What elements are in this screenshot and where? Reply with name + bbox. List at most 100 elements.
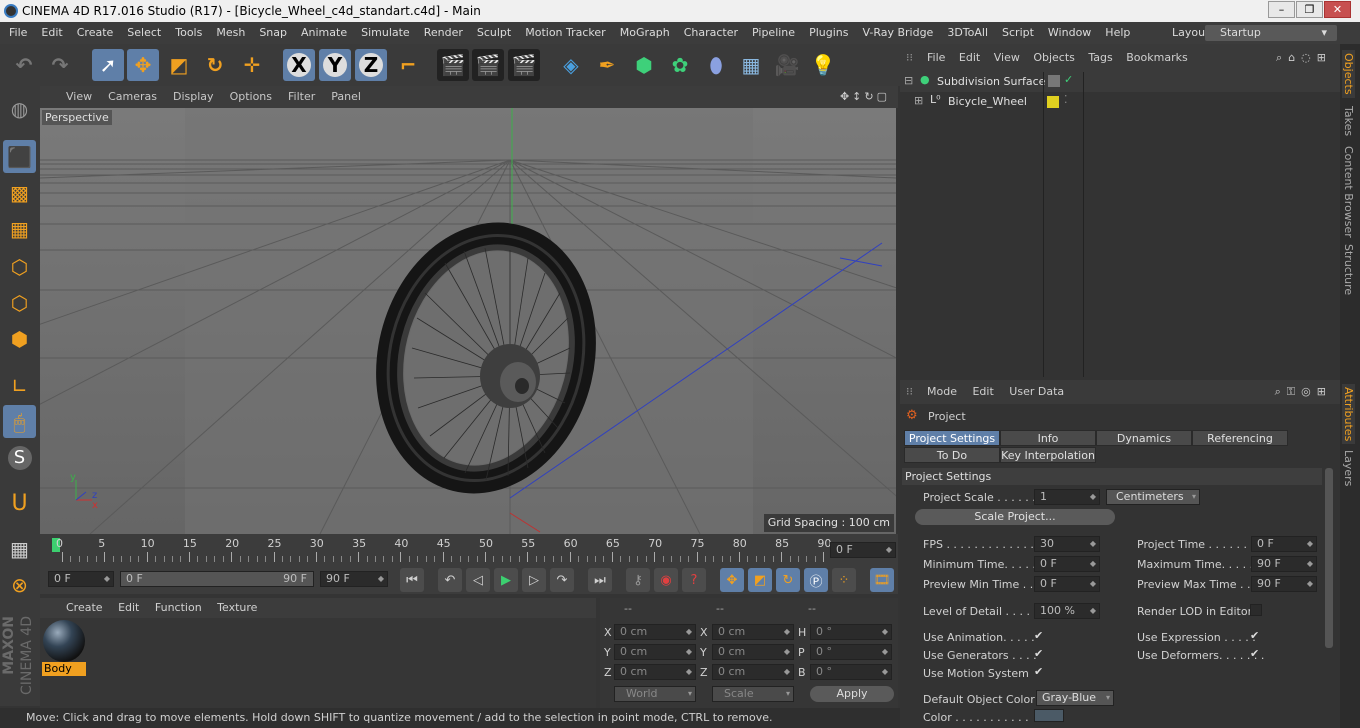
key-position-button[interactable]: ✥ xyxy=(720,568,744,592)
menu-plugins[interactable]: Plugins xyxy=(809,26,848,39)
preview-min-field[interactable]: 0 F ◆ xyxy=(1034,576,1100,592)
workplane-mode-button[interactable]: ▦ xyxy=(3,212,36,245)
position-x-field[interactable]: 0 cm ◆ xyxy=(614,624,696,640)
keyframe-selection-button[interactable]: ? xyxy=(682,568,706,592)
position-y-field[interactable]: 0 cm ◆ xyxy=(614,644,696,660)
use-animation-checkbox[interactable]: ✔ xyxy=(1034,630,1046,642)
next-key-button[interactable]: ↷ xyxy=(550,568,574,592)
min-time-field[interactable]: 0 F ◆ xyxy=(1034,556,1100,572)
visibility-dots-icon[interactable]: ⁚ xyxy=(1064,93,1068,106)
menu-character[interactable]: Character xyxy=(684,26,738,39)
object-menu-edit[interactable]: Edit xyxy=(959,51,980,64)
next-frame-button[interactable]: ▷ xyxy=(522,568,546,592)
object-menu-file[interactable]: File xyxy=(927,51,945,64)
previous-key-button[interactable]: ↶ xyxy=(438,568,462,592)
tab-referencing[interactable]: Referencing xyxy=(1192,430,1288,446)
menu-create[interactable]: Create xyxy=(77,26,114,39)
render-settings-button[interactable]: 🎬 xyxy=(508,49,540,81)
tab-project-settings[interactable]: Project Settings xyxy=(904,430,1000,446)
undo-button[interactable]: ↶ xyxy=(8,49,40,81)
fps-field[interactable]: 30 ◆ xyxy=(1034,536,1100,552)
material-menu-texture[interactable]: Texture xyxy=(217,601,257,614)
go-to-start-button[interactable]: ⏮ xyxy=(400,568,424,592)
object-menu-view[interactable]: View xyxy=(994,51,1020,64)
z-axis-button[interactable]: Z xyxy=(355,49,387,81)
viewport-menu-cameras[interactable]: Cameras xyxy=(108,90,157,103)
menu-file[interactable]: File xyxy=(9,26,27,39)
object-menu-objects[interactable]: Objects xyxy=(1033,51,1075,64)
menu-simulate[interactable]: Simulate xyxy=(361,26,410,39)
object-row-subdivision[interactable]: ⊟ ● Subdivision Surface ✓ xyxy=(900,72,1340,92)
end-frame-field[interactable]: 90 F ◆ xyxy=(320,571,388,587)
rotate-tool-button[interactable]: ↻ xyxy=(199,49,231,81)
menu-window[interactable]: Window xyxy=(1048,26,1091,39)
tree-collapse-icon[interactable]: ⊟ xyxy=(904,74,913,87)
attr-menu-edit[interactable]: Edit xyxy=(972,385,993,398)
minimize-button[interactable]: – xyxy=(1268,1,1295,18)
menu-script[interactable]: Script xyxy=(1002,26,1034,39)
menu-render[interactable]: Render xyxy=(424,26,463,39)
live-selection-button[interactable]: ➚ xyxy=(92,49,124,81)
menu-motion-tracker[interactable]: Motion Tracker xyxy=(525,26,605,39)
project-time-field[interactable]: 0 F ◆ xyxy=(1251,536,1317,552)
dock-tab-layers[interactable]: Layers xyxy=(1342,450,1355,486)
autokey-button[interactable]: ◉ xyxy=(654,568,678,592)
polygons-mode-button[interactable]: ⬢ xyxy=(3,322,36,355)
solo-button[interactable]: S xyxy=(3,441,36,474)
scale-tool-button[interactable]: ◩ xyxy=(163,49,195,81)
apply-button[interactable]: Apply xyxy=(810,686,894,702)
world-select[interactable]: World ▾ xyxy=(614,686,696,702)
dock-tab-content-browser[interactable]: Content Browser xyxy=(1342,146,1355,238)
size-y-field[interactable]: 0 cm ◆ xyxy=(712,644,794,660)
size-z-field[interactable]: 0 cm ◆ xyxy=(712,664,794,680)
snap-button[interactable]: U xyxy=(3,487,36,520)
use-deformers-checkbox[interactable]: ✔ xyxy=(1250,648,1262,660)
menu-tools[interactable]: Tools xyxy=(175,26,202,39)
material-menu-function[interactable]: Function xyxy=(155,601,202,614)
menu-mograph[interactable]: MoGraph xyxy=(620,26,670,39)
tab-info[interactable]: Info xyxy=(1000,430,1096,446)
previous-frame-button[interactable]: ◁ xyxy=(466,568,490,592)
make-editable-button[interactable]: ◍ xyxy=(3,92,36,125)
rotation-b-field[interactable]: 0 ° ◆ xyxy=(810,664,892,680)
play-button[interactable]: ▶ xyxy=(494,568,518,592)
size-x-field[interactable]: 0 cm ◆ xyxy=(712,624,794,640)
menu-animate[interactable]: Animate xyxy=(301,26,347,39)
close-button[interactable]: ✕ xyxy=(1324,1,1351,18)
record-keys-button[interactable]: ⚷ xyxy=(626,568,650,592)
key-scale-button[interactable]: ◩ xyxy=(748,568,772,592)
menu-vray-bridge[interactable]: V-Ray Bridge xyxy=(862,26,933,39)
checkmark-icon[interactable]: ✓ xyxy=(1064,73,1073,86)
points-mode-button[interactable]: ⬡ xyxy=(3,250,36,283)
frame-range-slider[interactable]: 0 F 90 F xyxy=(120,571,314,587)
scale-select[interactable]: Scale ▾ xyxy=(712,686,794,702)
camera-button[interactable]: 🎥 xyxy=(771,49,803,81)
attribute-nav-icons[interactable]: ⌕⚿◎⊞ xyxy=(1275,380,1332,404)
subdivision-button[interactable]: ⬢ xyxy=(628,49,660,81)
menu-sculpt[interactable]: Sculpt xyxy=(477,26,511,39)
dock-tab-attributes[interactable]: Attributes xyxy=(1342,384,1355,445)
menu-mesh[interactable]: Mesh xyxy=(216,26,245,39)
lod-field[interactable]: 100 % ◆ xyxy=(1034,603,1100,619)
attribute-scrollbar[interactable] xyxy=(1325,468,1333,648)
dock-tab-takes[interactable]: Takes xyxy=(1342,106,1355,136)
unit-select[interactable]: Centimeters ▾ xyxy=(1106,489,1200,505)
default-color-select[interactable]: Gray-Blue ▾ xyxy=(1036,690,1114,706)
timeline-button[interactable]: 🎞 xyxy=(870,568,894,592)
viewport-menu-display[interactable]: Display xyxy=(173,90,214,103)
render-picture-viewer-button[interactable]: 🎬 xyxy=(472,49,504,81)
go-to-end-button[interactable]: ⏭ xyxy=(588,568,612,592)
last-tool-button[interactable]: ✛ xyxy=(236,49,268,81)
cube-button[interactable]: ◈ xyxy=(555,49,587,81)
tab-key-interpolation[interactable]: Key Interpolation xyxy=(1000,447,1096,463)
viewport-menu-options[interactable]: Options xyxy=(230,90,272,103)
use-expression-checkbox[interactable]: ✔ xyxy=(1250,630,1262,642)
key-pla-button[interactable]: ⁘ xyxy=(832,568,856,592)
key-rotation-button[interactable]: ↻ xyxy=(776,568,800,592)
deformer-button[interactable]: ⬮ xyxy=(700,49,732,81)
attr-menu-user-data[interactable]: User Data xyxy=(1009,385,1064,398)
tree-expand-icon[interactable]: ⊞ xyxy=(914,94,923,107)
menu-help[interactable]: Help xyxy=(1105,26,1130,39)
object-menu-tags[interactable]: Tags xyxy=(1088,51,1112,64)
color-swatch[interactable] xyxy=(1034,709,1064,722)
